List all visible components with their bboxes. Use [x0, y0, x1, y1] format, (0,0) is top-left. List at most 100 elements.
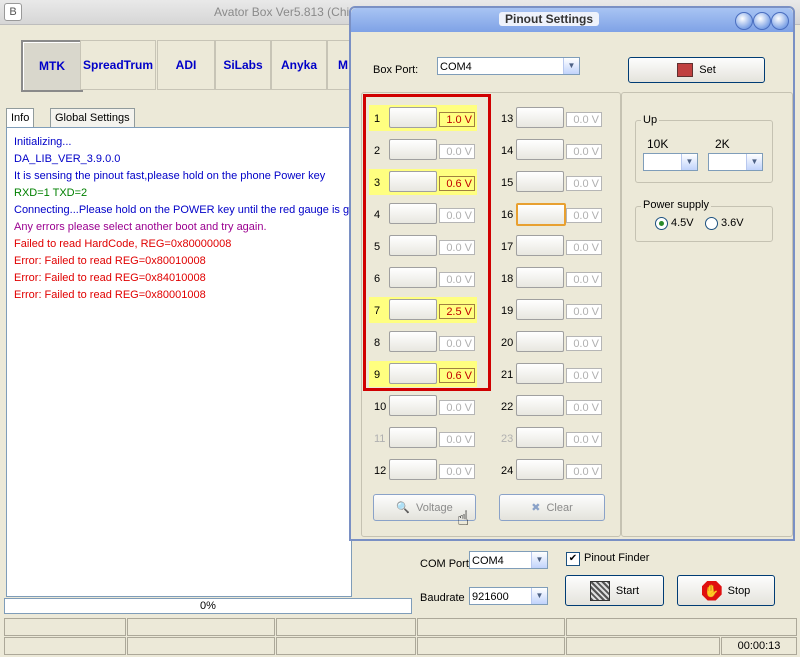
- status-cell-3: [276, 618, 416, 636]
- box-port-label: Box Port:: [373, 64, 419, 76]
- pin-select-box[interactable]: [389, 299, 437, 320]
- pin-select-box[interactable]: [389, 331, 437, 352]
- pin-row-11: 11 0.0 V: [369, 425, 479, 451]
- pinout-finder-checkbox[interactable]: ✔: [566, 552, 580, 566]
- pin-select-box[interactable]: [516, 203, 566, 226]
- pin-voltage: 0.0 V: [566, 336, 602, 351]
- pin-select-box[interactable]: [516, 331, 564, 352]
- timer: 00:00:13: [721, 637, 797, 655]
- pin-select-box[interactable]: [389, 107, 437, 128]
- pin-select-box[interactable]: [516, 299, 564, 320]
- vendor-tab-anyka[interactable]: Anyka: [271, 40, 327, 90]
- baudrate-label: Baudrate: [420, 592, 465, 604]
- pin-number: 19: [501, 305, 514, 317]
- com-port-label: COM Port: [420, 558, 469, 570]
- com-port-select[interactable]: COM4 ▼: [469, 551, 548, 569]
- vendor-tab-spreadtrum[interactable]: SpreadTrum: [80, 40, 156, 90]
- pin-voltage: 0.0 V: [566, 208, 602, 223]
- clear-button[interactable]: ✖ Clear: [499, 494, 605, 521]
- pin-number: 11: [374, 433, 386, 445]
- baudrate-select[interactable]: 921600 ▼: [469, 587, 548, 605]
- log-line: It is sensing the pinout fast,please hol…: [14, 170, 326, 182]
- pin-number: 21: [501, 369, 514, 381]
- pin-number: 18: [501, 273, 514, 285]
- status-cell-6: [4, 637, 126, 655]
- tab-global-settings[interactable]: Global Settings: [50, 108, 135, 128]
- voltage-label: Voltage: [416, 501, 453, 514]
- close-icon[interactable]: [771, 12, 789, 30]
- pin-row-2: 2 0.0 V: [369, 137, 479, 163]
- log-line: Any errors please select another boot an…: [14, 221, 267, 233]
- stop-label: Stop: [727, 584, 751, 597]
- start-button[interactable]: Start: [565, 575, 664, 606]
- stop-button[interactable]: ✋ Stop: [677, 575, 775, 606]
- pin-select-box[interactable]: [516, 235, 564, 256]
- minimize-icon[interactable]: [735, 12, 753, 30]
- pin-number: 14: [501, 145, 514, 157]
- chevron-down-icon: ▼: [563, 58, 579, 74]
- pin-select-box[interactable]: [516, 139, 564, 160]
- pin-select-box[interactable]: [516, 267, 564, 288]
- log-line: DA_LIB_VER_3.9.0.0: [14, 153, 121, 165]
- dialog-title-bar[interactable]: Pinout Settings: [351, 8, 793, 32]
- pin-row-22: 22 0.0 V: [496, 393, 606, 419]
- magnifier-icon: 🔍: [396, 502, 410, 514]
- pin-row-4: 4 0.0 V: [369, 201, 479, 227]
- power-3-6v-radio[interactable]: [705, 217, 718, 230]
- up-10k-select[interactable]: ▼: [643, 153, 698, 171]
- pin-select-box[interactable]: [516, 427, 564, 448]
- pin-row-1: 1 1.0 V: [369, 105, 477, 131]
- pin-row-5: 5 0.0 V: [369, 233, 479, 259]
- pin-select-box[interactable]: [389, 235, 437, 256]
- pin-select-box[interactable]: [389, 267, 437, 288]
- up-10k-label: 10K: [647, 137, 669, 151]
- pin-select-box[interactable]: [516, 171, 564, 192]
- chevron-down-icon: ▼: [681, 154, 697, 170]
- chevron-down-icon: ▼: [531, 588, 547, 604]
- pin-number: 12: [374, 465, 387, 477]
- box-port-select[interactable]: COM4 ▼: [437, 57, 580, 75]
- pin-row-14: 14 0.0 V: [496, 137, 606, 163]
- vendor-tab-adi[interactable]: ADI: [157, 40, 215, 90]
- pin-voltage: 0.0 V: [439, 464, 475, 479]
- pin-select-box[interactable]: [389, 459, 437, 480]
- pin-voltage: 0.0 V: [439, 336, 475, 351]
- eraser-icon: ✖: [531, 502, 541, 514]
- log-panel: Initializing... DA_LIB_VER_3.9.0.0 It is s…: [6, 127, 352, 597]
- pin-voltage: 0.0 V: [566, 240, 602, 255]
- pin-number: 6: [374, 273, 381, 285]
- power-4-5v-radio[interactable]: [655, 217, 668, 230]
- up-2k-label: 2K: [715, 137, 730, 151]
- pin-select-box[interactable]: [389, 171, 437, 192]
- log-line: Error: Failed to read REG=0x84010008: [14, 272, 206, 284]
- status-cell-4: [417, 618, 565, 636]
- pin-select-box[interactable]: [516, 459, 564, 480]
- pin-select-box[interactable]: [516, 363, 564, 384]
- pinout-finder-label: Pinout Finder: [584, 552, 650, 564]
- com-port-value: COM4: [472, 555, 504, 567]
- pin-voltage: 0.0 V: [566, 144, 602, 159]
- pin-select-box[interactable]: [516, 395, 564, 416]
- tab-info[interactable]: Info: [6, 108, 35, 127]
- pin-row-24: 24 0.0 V: [496, 457, 606, 483]
- pinout-settings-dialog: Pinout Settings Box Port: COM4 ▼ Set 🔍 V…: [349, 6, 795, 541]
- maximize-icon[interactable]: [753, 12, 771, 30]
- up-2k-select[interactable]: ▼: [708, 153, 763, 171]
- pin-voltage: 1.0 V: [439, 112, 475, 127]
- set-button[interactable]: Set: [628, 57, 765, 83]
- pin-row-23: 23 0.0 V: [496, 425, 606, 451]
- pin-number: 8: [374, 337, 381, 349]
- pin-select-box[interactable]: [389, 363, 437, 384]
- pin-select-box[interactable]: [389, 395, 437, 416]
- pin-select-box[interactable]: [389, 139, 437, 160]
- vendor-tab-silabs[interactable]: SiLabs: [215, 40, 271, 90]
- pin-select-box[interactable]: [389, 203, 437, 224]
- chevron-down-icon: ▼: [531, 552, 547, 568]
- pin-select-box[interactable]: [516, 107, 564, 128]
- pin-voltage: 0.0 V: [566, 272, 602, 287]
- vendor-tab-mtk[interactable]: MTK: [21, 40, 83, 92]
- clear-label: Clear: [546, 501, 573, 514]
- progress-bar: 0%: [4, 598, 412, 614]
- pin-number: 9: [374, 369, 381, 381]
- pin-select-box[interactable]: [389, 427, 437, 448]
